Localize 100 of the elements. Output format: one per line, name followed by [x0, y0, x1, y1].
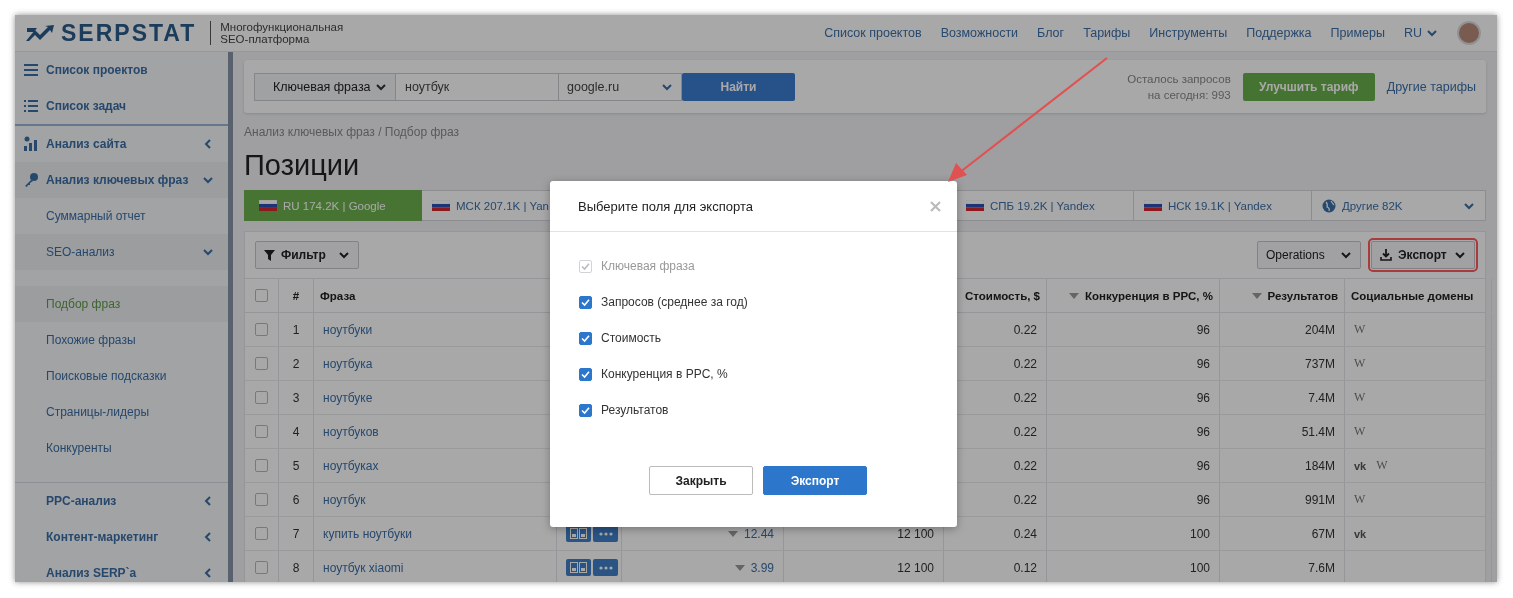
nav-link[interactable]: Блог: [1037, 26, 1065, 40]
checkbox[interactable]: [255, 289, 268, 302]
search-field[interactable]: ноутбук: [396, 72, 559, 101]
vk-icon[interactable]: vk: [1354, 459, 1367, 472]
plans-link[interactable]: Другие тарифы: [1386, 79, 1476, 94]
column-header[interactable]: Результатов: [1267, 289, 1338, 302]
list-icon: [22, 98, 39, 114]
sidebar-item[interactable]: Суммарный отчет: [15, 198, 228, 234]
column-header[interactable]: Конкуренция в PPC, %: [1085, 289, 1213, 302]
checkbox[interactable]: [255, 561, 268, 574]
flag-icon: [259, 200, 277, 211]
sidebar-item[interactable]: Анализ сайта: [15, 126, 228, 162]
field-label: Запросов (среднее за год): [601, 295, 748, 309]
sidebar-item[interactable]: SEO-анализ: [15, 234, 228, 270]
sidebar-item[interactable]: Анализ SERP`а: [15, 555, 228, 582]
checkbox[interactable]: [255, 459, 268, 472]
more-icon: [598, 531, 613, 536]
checkbox[interactable]: [255, 493, 268, 506]
checkbox[interactable]: [579, 331, 592, 345]
nav-link[interactable]: Список проектов: [824, 26, 922, 40]
checkbox[interactable]: [255, 425, 268, 438]
checkbox[interactable]: [255, 357, 268, 370]
checkbox[interactable]: [579, 367, 592, 381]
keyword-link[interactable]: ноутбук xiaomi: [323, 560, 404, 575]
sidebar-item[interactable]: PPC-анализ: [15, 483, 228, 519]
table-cell: 991M: [1304, 492, 1335, 507]
keyword-link[interactable]: ноутбуки: [323, 322, 373, 337]
sidebar-item[interactable]: Анализ ключевых фраз: [15, 162, 228, 198]
region-tab[interactable]: СПБ 19.2K | Yandex: [956, 190, 1134, 221]
language-selector[interactable]: RU: [1403, 26, 1438, 40]
sort-caret-icon: [727, 530, 738, 537]
nav-link[interactable]: Возможности: [940, 26, 1019, 40]
nav-link[interactable]: Примеры: [1330, 26, 1385, 40]
row-number: 8: [292, 560, 300, 575]
region-tab[interactable]: НСК 19.1K | Yandex: [1134, 190, 1312, 221]
nav-link[interactable]: Тарифы: [1083, 26, 1131, 40]
sidebar-item[interactable]: Поисковые подсказки: [15, 358, 228, 394]
column-header[interactable]: Фраза: [320, 289, 356, 302]
sidebar-item[interactable]: Список проектов: [15, 52, 228, 88]
sidebar-item[interactable]: Страницы-лидеры: [15, 394, 228, 430]
keyword-link[interactable]: ноутбуках: [323, 458, 379, 473]
user-avatar[interactable]: [1457, 21, 1481, 45]
export-button[interactable]: Экспорт: [763, 466, 867, 495]
wikipedia-icon[interactable]: W: [1376, 458, 1388, 473]
upgrade-button[interactable]: Улучшить тариф: [1242, 72, 1375, 101]
sidebar-item[interactable]: Контент-маркетинг: [15, 519, 228, 555]
tagline: Многофункциональная SEO-платформа: [210, 21, 344, 45]
sidebar-item[interactable]: Похожие фразы: [15, 322, 228, 358]
nav-link[interactable]: Инструменты: [1149, 26, 1228, 40]
row-number: 3: [292, 390, 300, 405]
operations-dropdown[interactable]: Operations: [1257, 241, 1361, 269]
keyword-link[interactable]: ноутбук: [323, 492, 366, 507]
nav-link[interactable]: Поддержка: [1246, 26, 1312, 40]
more-icon: [598, 565, 613, 570]
export-dropdown[interactable]: Экспорт: [1371, 241, 1475, 269]
serp-icon: [570, 562, 587, 573]
logo-text[interactable]: SERPSTAT: [61, 19, 197, 47]
vk-icon[interactable]: vk: [1354, 527, 1367, 540]
table-cell: 96: [1196, 458, 1210, 473]
region-tab[interactable]: Другие 82K: [1312, 190, 1486, 221]
filter-dropdown[interactable]: Фильтр: [255, 241, 359, 269]
close-icon[interactable]: [930, 200, 941, 212]
flag-icon: [1144, 200, 1162, 211]
check-icon: [581, 297, 590, 307]
keyword-link[interactable]: ноутбуков: [323, 424, 379, 439]
wikipedia-icon[interactable]: W: [1354, 356, 1366, 371]
checkbox[interactable]: [255, 527, 268, 540]
column-header[interactable]: #: [292, 289, 300, 302]
table-cell: 7.4M: [1308, 390, 1335, 405]
value-link[interactable]: 3.99: [750, 560, 774, 575]
wikipedia-icon[interactable]: W: [1354, 492, 1366, 507]
table-cell: 12 100: [897, 526, 934, 541]
checkbox[interactable]: [255, 391, 268, 404]
search-type-dropdown[interactable]: Ключевая фраза: [254, 72, 396, 101]
keyword-link[interactable]: купить ноутбуки: [323, 526, 412, 541]
region-tab[interactable]: RU 174.2K | Google: [244, 190, 422, 221]
wikipedia-icon[interactable]: W: [1354, 322, 1366, 337]
download-icon: [1380, 249, 1392, 261]
close-button[interactable]: Закрыть: [649, 466, 753, 495]
logo-icon: [25, 24, 55, 42]
keyword-link[interactable]: ноутбуке: [323, 390, 373, 405]
keyword-link[interactable]: ноутбука: [323, 356, 373, 371]
field-label: Результатов: [601, 403, 669, 417]
value-link[interactable]: 12.44: [743, 526, 774, 541]
chevron-icon: [1426, 27, 1438, 39]
sidebar-item[interactable]: Подбор фраз: [15, 286, 228, 322]
engine-dropdown[interactable]: google.ru: [559, 72, 682, 101]
wikipedia-icon[interactable]: W: [1354, 390, 1366, 405]
wikipedia-icon[interactable]: W: [1354, 424, 1366, 439]
table-cell: 0.22: [1013, 424, 1037, 439]
sidebar-item[interactable]: Список задач: [15, 88, 228, 124]
column-header[interactable]: Социальные домены: [1351, 289, 1474, 302]
scrollbar[interactable]: [228, 52, 233, 582]
flag-icon: [966, 200, 984, 211]
checkbox[interactable]: [255, 323, 268, 336]
column-header[interactable]: Стоимость, $: [965, 289, 1040, 302]
checkbox[interactable]: [579, 295, 592, 309]
sidebar-item[interactable]: Конкуренты: [15, 430, 228, 466]
checkbox[interactable]: [579, 403, 592, 417]
find-button[interactable]: Найти: [682, 72, 795, 101]
